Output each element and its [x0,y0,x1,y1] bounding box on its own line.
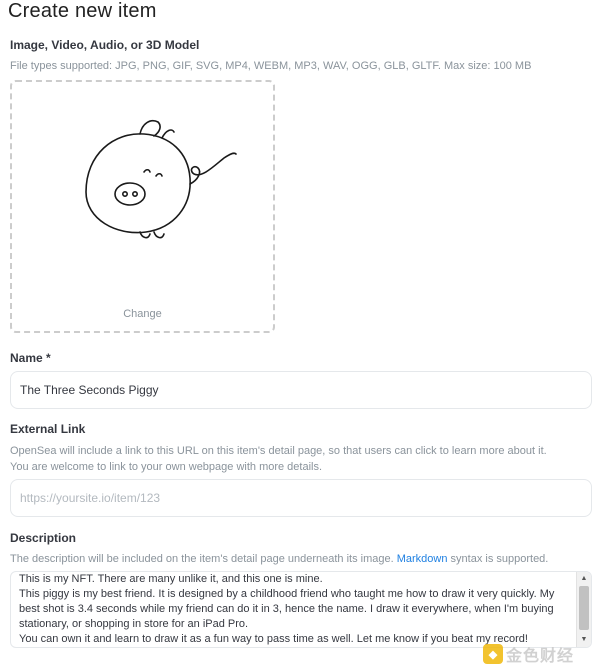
description-label: Description [10,531,77,545]
watermark: ◆ 金色财经 [483,642,574,666]
scroll-thumb[interactable] [579,586,589,630]
pig-drawing-icon [85,119,237,239]
external-link-label: External Link [10,422,86,436]
page-title: Create new item [8,0,157,22]
name-input[interactable] [10,371,592,409]
change-media-label[interactable]: Change [12,308,273,320]
description-text[interactable]: This is my NFT. There are many unlike it… [19,572,569,647]
description-scrollbar[interactable]: ▲ ▼ [576,572,591,647]
external-link-help-line1: OpenSea will include a link to this URL … [10,445,547,457]
external-link-input[interactable] [10,479,592,517]
media-upload-dropzone[interactable]: Change [10,80,275,333]
description-help-text: The description will be included on the … [10,553,549,565]
scroll-down-arrow-icon[interactable]: ▼ [577,634,591,646]
media-label: Image, Video, Audio, or 3D Model [10,38,200,52]
markdown-link[interactable]: Markdown [397,553,448,565]
name-label: Name * [10,351,51,365]
scroll-up-arrow-icon[interactable]: ▲ [577,573,591,585]
media-help-text: File types supported: JPG, PNG, GIF, SVG… [10,60,532,72]
watermark-text: 金色财经 [506,648,575,665]
external-link-help-line2: You are welcome to link to your own webp… [10,461,323,473]
description-textarea[interactable]: This is my NFT. There are many unlike it… [10,571,592,648]
watermark-logo-icon: ◆ [483,644,503,664]
